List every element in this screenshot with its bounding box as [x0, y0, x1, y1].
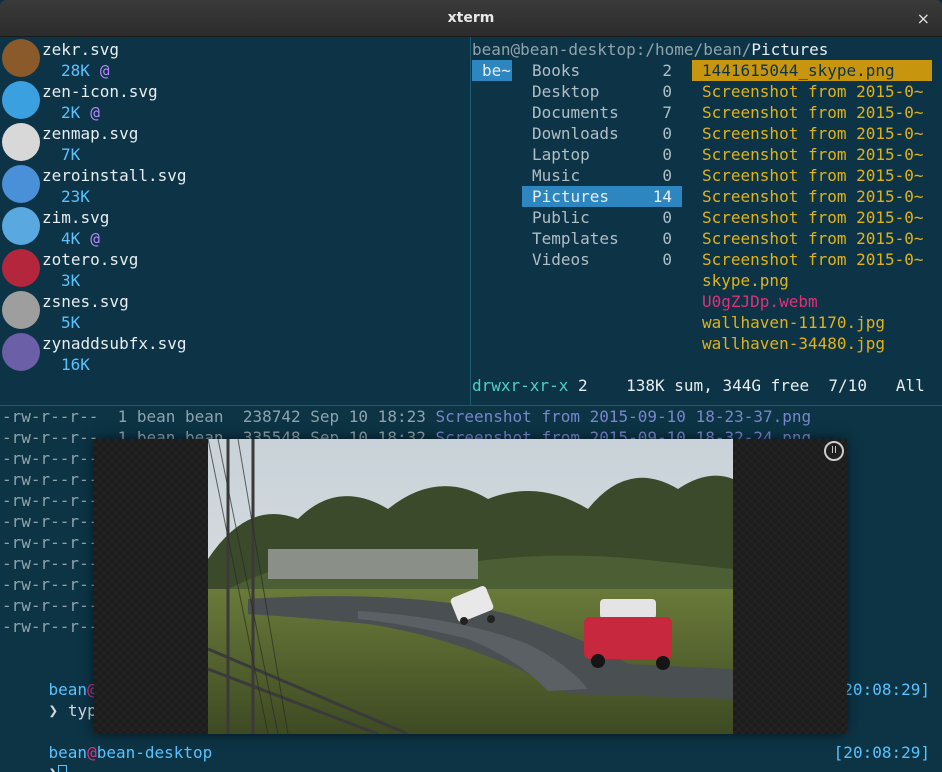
file-item[interactable]: wallhaven-34480.jpg	[692, 333, 932, 354]
icon-file-size: 23K	[61, 187, 90, 206]
video-letterbox-left	[94, 439, 208, 734]
icon-list-item: zsnes.svg 5K	[0, 289, 471, 332]
dir-item-pictures[interactable]: Pictures 14	[522, 186, 682, 207]
zekr-icon	[2, 39, 40, 77]
ls-line: -rw-r--r--	[2, 449, 99, 468]
icon-file-size: 16K	[61, 355, 90, 374]
path-user: bean@bean-desktop:	[472, 40, 646, 59]
status-permissions: drwxr-xr-x	[472, 376, 569, 395]
icon-file-size: 2K @	[61, 103, 100, 122]
icon-file-size: 5K	[61, 313, 81, 332]
icon-file-size: 4K @	[61, 229, 100, 248]
file-item[interactable]: Screenshot from 2015-0~	[692, 165, 932, 186]
ls-line: -rw-r--r--	[2, 533, 99, 552]
dir-item-desktop[interactable]: Desktop 0	[522, 81, 682, 102]
icon-file-name: zenmap.svg	[42, 124, 139, 143]
file-browser-pane: bean@bean-desktop:/home/bean/Pictures be…	[472, 37, 942, 405]
terminal[interactable]: zekr.svg 28K @ zen-icon.svg 2K @ zenmap.svg 7K z…	[0, 37, 942, 772]
icon-file-size: 3K	[61, 271, 81, 290]
window-titlebar: xterm ×	[0, 0, 942, 37]
pause-icon[interactable]: II	[824, 441, 844, 461]
ls-line: -rw-r--r--	[2, 596, 99, 615]
zenmap-icon	[2, 123, 40, 161]
prompt-arrow-icon-2: ❯	[49, 764, 59, 772]
prompt-time-2: [20:08:29]	[833, 743, 930, 762]
zotero-icon	[2, 249, 40, 287]
prompt-time-1: 20:08:29]	[843, 680, 930, 699]
ls-line: -rw-r--r--	[2, 575, 99, 594]
icon-file-name: zim.svg	[42, 208, 110, 227]
file-item[interactable]: 1441615044_skype.png	[692, 60, 932, 81]
icon-list-item: zen-icon.svg 2K @	[0, 79, 471, 122]
path-parent: /home/bean/	[645, 40, 752, 59]
ls-line: -rw-r--r--	[2, 512, 99, 531]
file-item[interactable]: Screenshot from 2015-0~	[692, 228, 932, 249]
close-icon[interactable]: ×	[917, 0, 930, 37]
prompt-arrow-icon: ❯	[48, 701, 59, 720]
zynaddsubfx-icon	[2, 333, 40, 371]
icon-file-name: zsnes.svg	[42, 292, 129, 311]
icon-file-name: zotero.svg	[42, 250, 139, 269]
ls-line: -rw-r--r--	[2, 554, 99, 573]
icon-file-size: 7K	[61, 145, 81, 164]
file-item[interactable]: skype.png	[692, 270, 932, 291]
status-summary: 2 138K sum, 344G free 7/10 All	[568, 376, 925, 395]
zsnes-icon	[2, 291, 40, 329]
zeroinstall-icon	[2, 165, 40, 203]
file-item[interactable]: Screenshot from 2015-0~	[692, 186, 932, 207]
ls-line: -rw-r--r--	[2, 470, 99, 489]
icon-file-name: zynaddsubfx.svg	[42, 334, 187, 353]
icon-list-item: zekr.svg 28K @	[0, 37, 471, 80]
directory-list: Books 2 Desktop 0 Documents 7 Downloads 0 Laptop…	[522, 60, 682, 270]
file-item[interactable]: Screenshot from 2015-0~	[692, 81, 932, 102]
dir-item-videos[interactable]: Videos 0	[522, 249, 682, 270]
ls-line: -rw-r--r-- 1 bean bean 238742 Sep 10 18:…	[2, 407, 812, 426]
file-item[interactable]: Screenshot from 2015-0~	[692, 207, 932, 228]
dir-item-music[interactable]: Music 0	[522, 165, 682, 186]
dir-item-public[interactable]: Public 0	[522, 207, 682, 228]
file-list: 1441615044_skype.png Screenshot from 2015…	[692, 60, 932, 354]
file-item[interactable]: Screenshot from 2015-0~	[692, 249, 932, 270]
zen-icon	[2, 81, 40, 119]
current-path: bean@bean-desktop:/home/bean/Pictures	[472, 39, 828, 60]
icon-file-name: zen-icon.svg	[42, 82, 158, 101]
file-item[interactable]: Screenshot from 2015-0~	[692, 102, 932, 123]
video-frame[interactable]	[208, 439, 733, 734]
icon-list-item: zynaddsubfx.svg 16K	[0, 331, 471, 374]
icon-file-name: zeroinstall.svg	[42, 166, 187, 185]
dir-item-documents[interactable]: Documents 7	[522, 102, 682, 123]
icon-list-item: zeroinstall.svg 23K	[0, 163, 471, 206]
terminal-cursor	[58, 765, 68, 772]
ls-line: -rw-r--r--	[2, 491, 99, 510]
icon-list-item: zotero.svg 3K	[0, 247, 471, 290]
dir-item-downloads[interactable]: Downloads 0	[522, 123, 682, 144]
prompt-host-2: bean-desktop	[96, 743, 213, 762]
file-item[interactable]: Screenshot from 2015-0~	[692, 123, 932, 144]
ls-line: -rw-r--r--	[2, 617, 99, 636]
command-line-2[interactable]: ❯	[10, 742, 68, 772]
race-scene-image	[208, 439, 733, 734]
file-item[interactable]: U0gZJDp.webm	[692, 291, 932, 312]
dir-item-templates[interactable]: Templates 0	[522, 228, 682, 249]
parent-dir-column[interactable]: be~	[472, 60, 512, 81]
status-line: drwxr-xr-x 2 138K sum, 344G free 7/10 Al…	[472, 375, 925, 396]
dir-item-books[interactable]: Books 2	[522, 60, 682, 81]
file-item[interactable]: wallhaven-11170.jpg	[692, 312, 932, 333]
icon-file-name: zekr.svg	[42, 40, 120, 59]
video-letterbox-right	[733, 439, 847, 734]
file-item[interactable]: Screenshot from 2015-0~	[692, 144, 932, 165]
path-current-dir: Pictures	[751, 40, 829, 59]
zim-icon	[2, 207, 40, 245]
video-player[interactable]: II	[94, 439, 847, 734]
icon-list-item: zim.svg 4K @	[0, 205, 471, 248]
dir-item-laptop[interactable]: Laptop 0	[522, 144, 682, 165]
icon-file-size: 28K @	[61, 61, 110, 80]
prompt-at-2: @	[87, 743, 97, 762]
icon-list-pane: zekr.svg 28K @ zen-icon.svg 2K @ zenmap.svg 7K z…	[0, 37, 471, 405]
icon-list-item: zenmap.svg 7K	[0, 121, 471, 164]
window-title: xterm	[447, 10, 495, 26]
